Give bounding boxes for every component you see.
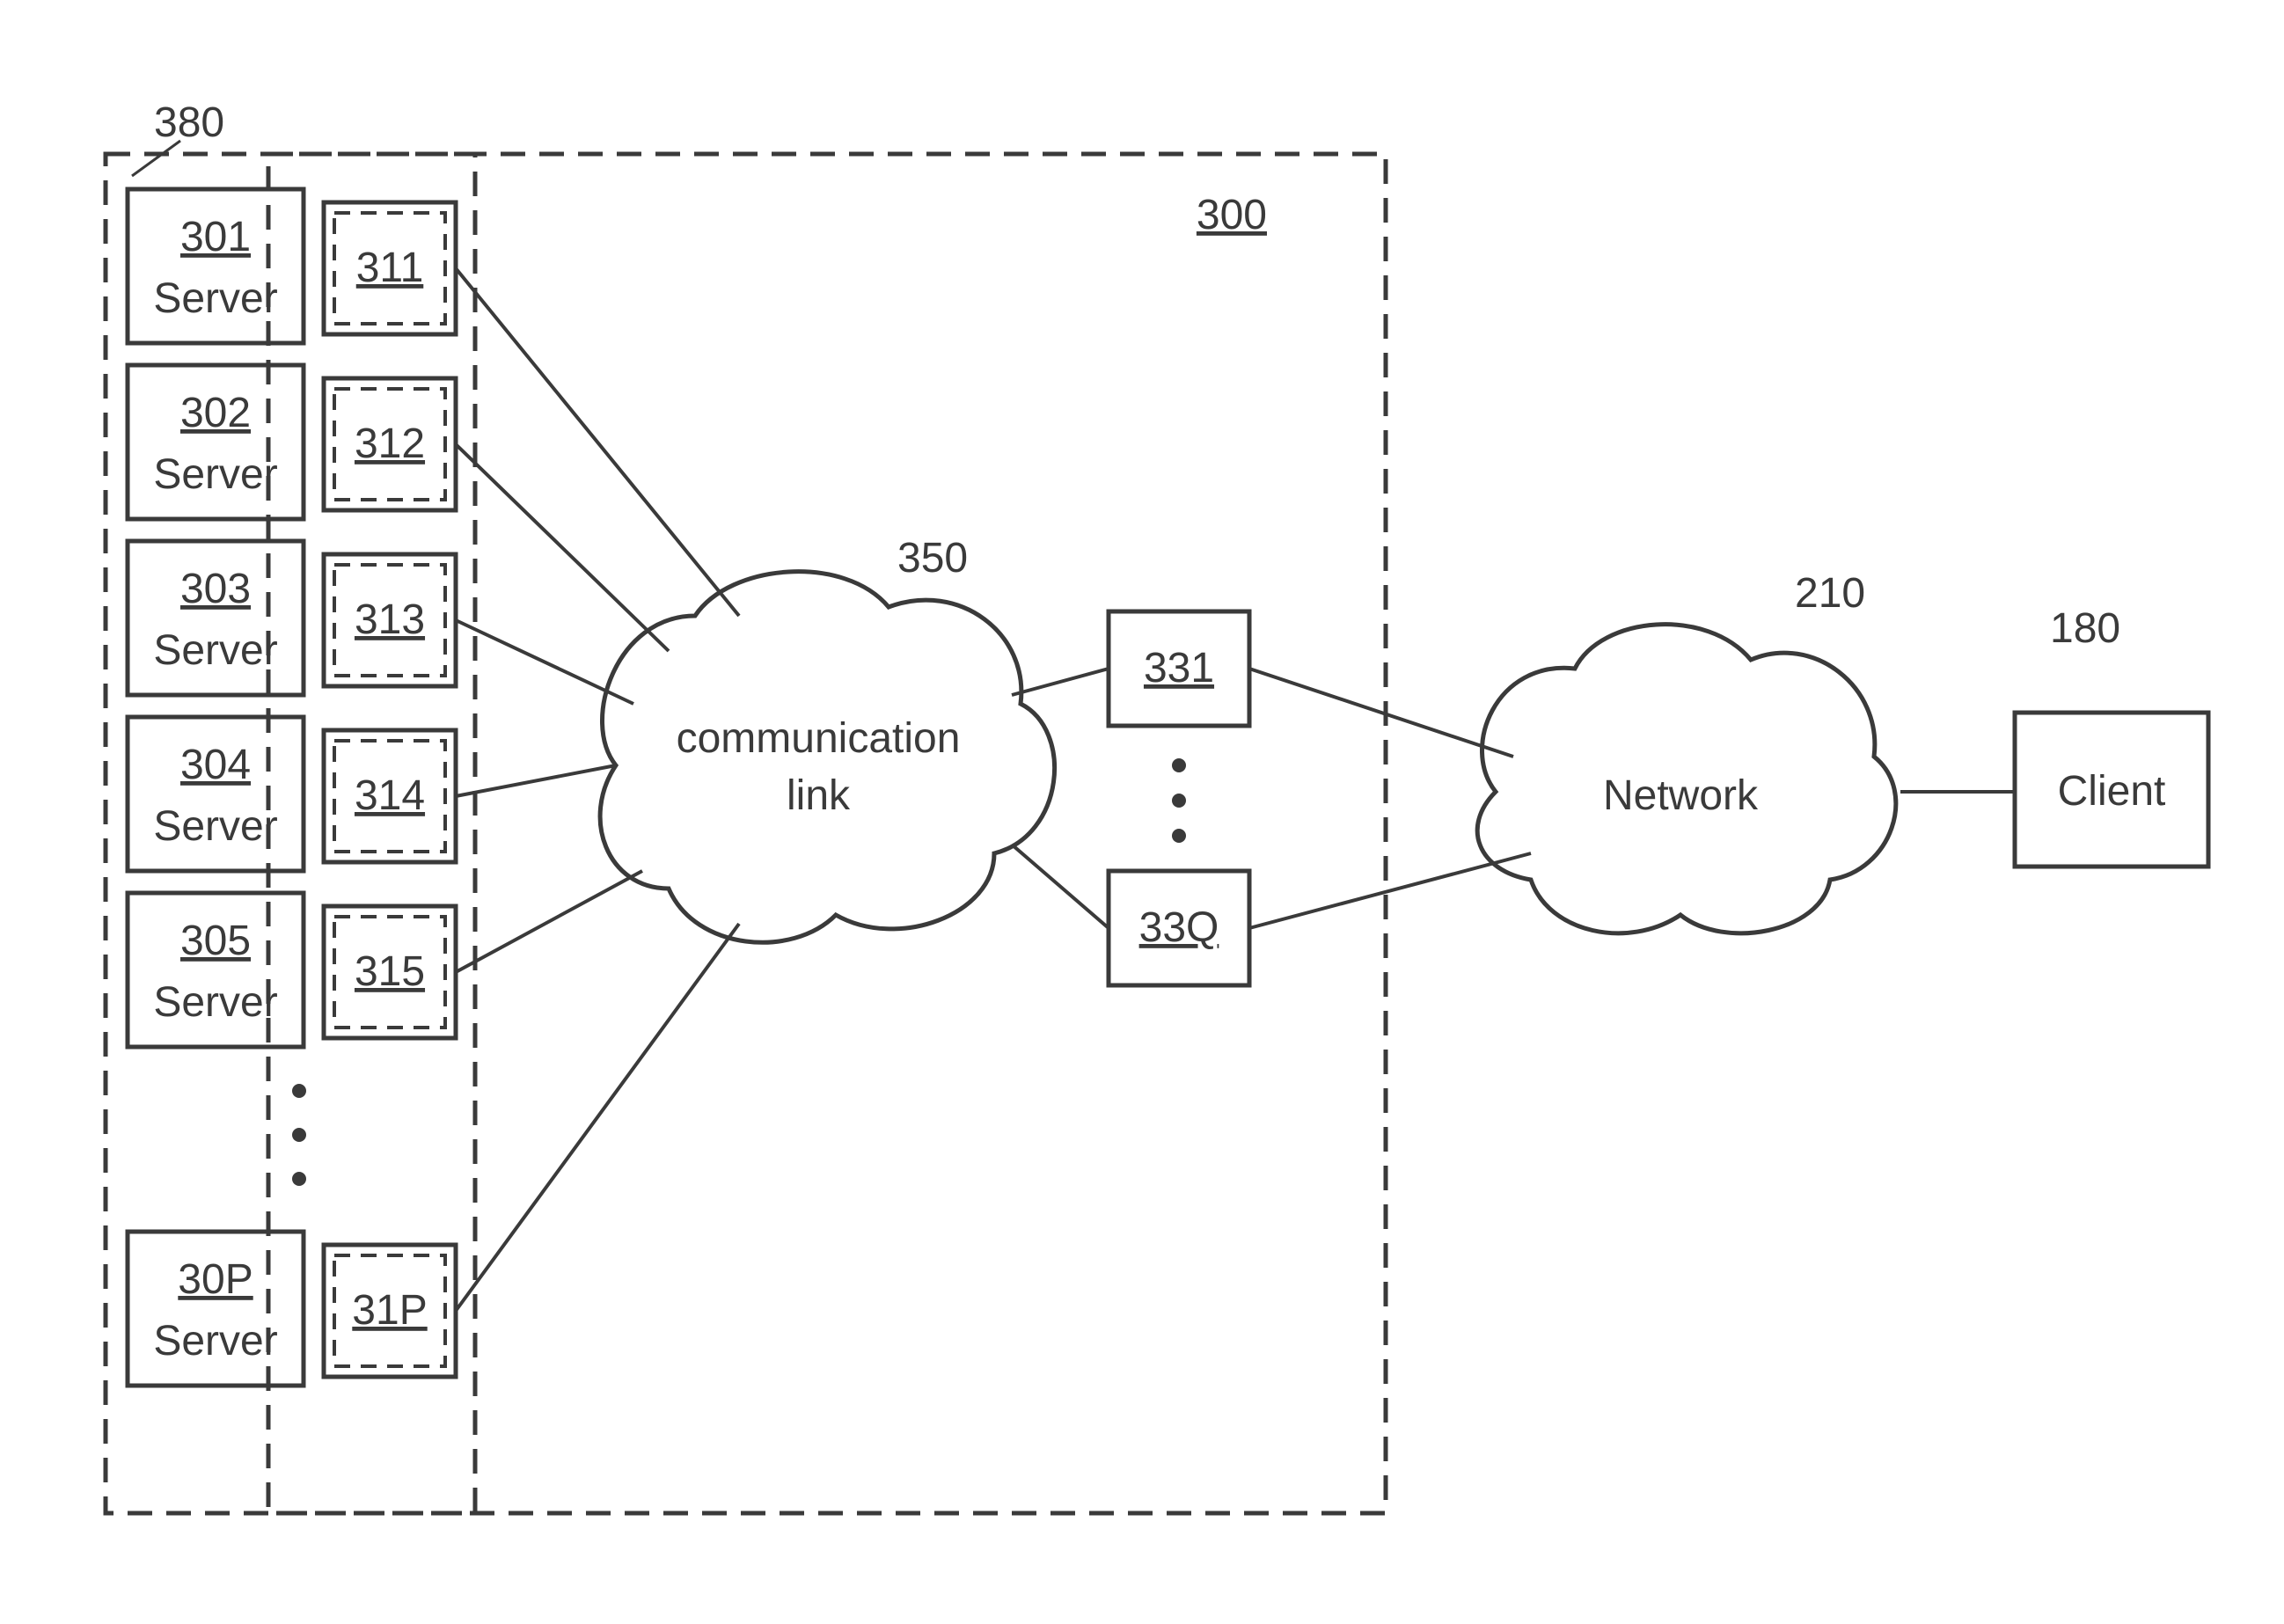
mid-box-bottom: 33Q xyxy=(1109,871,1249,985)
port-block-p: 31P xyxy=(324,1245,456,1377)
server-ref-5: 305 xyxy=(180,918,251,964)
port-block-5: 315 xyxy=(324,906,456,1038)
comm-link-ref: 350 xyxy=(897,535,968,582)
port-ref-3: 313 xyxy=(355,596,425,643)
client-ref: 180 xyxy=(2050,605,2120,652)
server-group-leader xyxy=(132,141,180,176)
network-cloud: Network xyxy=(1477,625,1896,933)
comm-link-label-1: communication xyxy=(677,715,961,762)
network-label: Network xyxy=(1603,772,1759,819)
server-label-3: Server xyxy=(153,627,277,674)
port-block-2: 312 xyxy=(324,378,456,510)
port-ref-5: 315 xyxy=(355,948,425,995)
mid-ellipsis xyxy=(1172,758,1186,843)
server-ref-2: 302 xyxy=(180,390,251,436)
mid-box-top: 331 xyxy=(1109,611,1249,726)
server-ref-1: 301 xyxy=(180,214,251,260)
port-to-cloud-links xyxy=(456,268,739,1311)
port-ref-1: 311 xyxy=(356,245,424,291)
port-block-4: 314 xyxy=(324,730,456,862)
server-block-3: 303 Server xyxy=(128,541,304,695)
server-block-1: 301 Server xyxy=(128,189,304,343)
server-ref-3: 303 xyxy=(180,566,251,612)
comm-link-label-2: link xyxy=(787,772,851,819)
comm-link-cloud: communication link xyxy=(600,572,1054,943)
server-ellipsis xyxy=(292,1084,306,1186)
mid-bottom-ref: 33Q xyxy=(1139,904,1219,951)
port-ref-p: 31P xyxy=(352,1287,427,1334)
client-box: Client xyxy=(2015,713,2208,867)
client-label: Client xyxy=(2058,768,2166,815)
server-label-1: Server xyxy=(153,275,277,322)
mid-top-ref: 331 xyxy=(1144,645,1214,691)
server-block-2: 302 Server xyxy=(128,365,304,519)
server-group-ref: 380 xyxy=(154,99,224,146)
server-label-p: Server xyxy=(153,1318,277,1364)
server-label-4: Server xyxy=(153,803,277,850)
server-block-4: 304 Server xyxy=(128,717,304,871)
server-ref-4: 304 xyxy=(180,742,251,788)
server-block-5: 305 Server xyxy=(128,893,304,1047)
diagram-canvas: 300 380 301 Server 311 302 Server 312 30… xyxy=(0,0,2284,1624)
server-ref-p: 30P xyxy=(178,1256,253,1303)
network-ref: 210 xyxy=(1795,570,1865,617)
main-system-ref: 300 xyxy=(1197,192,1267,238)
port-block-1: 311 xyxy=(324,202,456,334)
server-label-2: Server xyxy=(153,451,277,498)
port-block-3: 313 xyxy=(324,554,456,686)
server-block-p: 30P Server xyxy=(128,1232,304,1386)
port-ref-4: 314 xyxy=(355,772,425,819)
server-label-5: Server xyxy=(153,979,277,1026)
main-system-outline xyxy=(268,154,1386,1513)
port-ref-2: 312 xyxy=(355,421,425,467)
